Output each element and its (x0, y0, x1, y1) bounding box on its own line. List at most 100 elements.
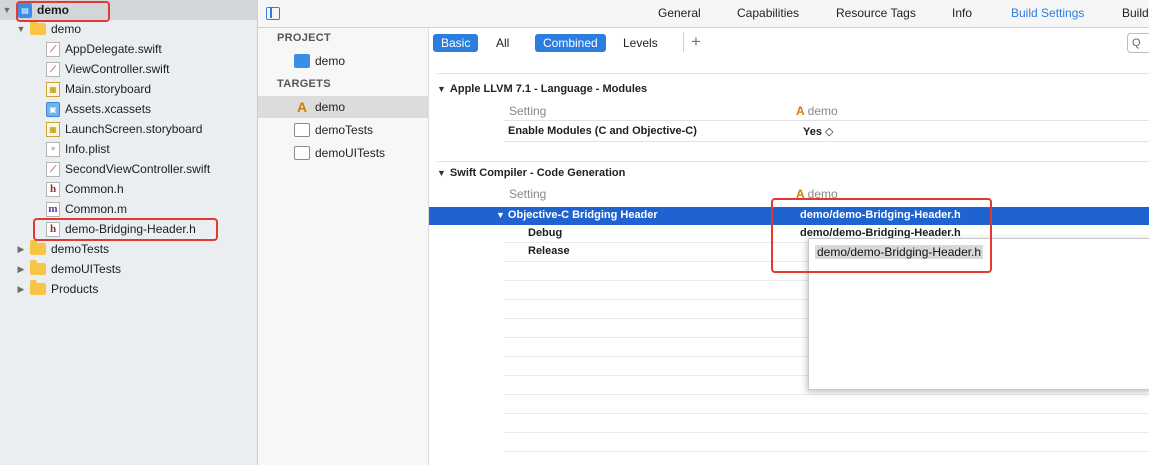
setting-debug[interactable]: Debug (528, 227, 562, 239)
disclosure-icon[interactable]: ▶ (16, 264, 26, 275)
nav-item-file[interactable]: m Common.m (0, 199, 258, 219)
divider (504, 451, 1149, 452)
project-item-demo[interactable]: demo (258, 50, 428, 72)
project-navigator: ▼ ▤ demo ▼ demo ⟋ AppDelegate.swift ⟋ Vi… (0, 0, 258, 465)
target-item-label: demoUITests (315, 146, 386, 160)
divider (437, 73, 1149, 74)
section-title-swift-codegen: ▼ Swift Compiler - Code Generation (437, 167, 625, 179)
column-header-setting: Setting (509, 104, 547, 118)
tab-build-settings[interactable]: Build Settings (1011, 6, 1084, 20)
tab-resource-tags[interactable]: Resource Tags (836, 6, 916, 20)
nav-item-label: Common.h (65, 182, 124, 196)
search-field[interactable]: Q (1127, 33, 1149, 53)
nav-item-label: Main.storyboard (65, 82, 152, 96)
filter-levels-button[interactable]: Levels (615, 34, 666, 52)
project-targets-list: PROJECT demo TARGETS A demo demoTests de… (258, 28, 429, 465)
disclosure-icon[interactable]: ▼ (16, 24, 26, 34)
folder-icon (30, 240, 46, 255)
expand-triangle-icon[interactable]: ▼ (496, 210, 505, 220)
annotation-box-bridging-value (771, 198, 992, 273)
divider (504, 432, 1149, 433)
app-target-icon: A (796, 104, 805, 118)
target-item-demo[interactable]: A demo (258, 96, 428, 118)
target-item-demotests[interactable]: demoTests (258, 119, 428, 141)
column-header-target: Ademo (796, 104, 838, 118)
targets-header: TARGETS (277, 78, 331, 90)
settings-filter-bar: Basic All Combined Levels + Q (429, 28, 1149, 58)
add-setting-icon[interactable]: + (683, 32, 701, 52)
section-title-text: Swift Compiler - Code Generation (449, 167, 626, 179)
divider (504, 120, 1149, 121)
target-item-demouitests[interactable]: demoUITests (258, 142, 428, 164)
nav-item-group-demotests[interactable]: ▶ demoTests (0, 239, 258, 259)
setting-bridging-header-label: Objective-C Bridging Header (507, 209, 658, 221)
collapse-triangle-icon[interactable]: ▼ (437, 168, 446, 178)
setting-enable-modules[interactable]: Enable Modules (C and Objective-C) (508, 125, 697, 137)
divider (504, 394, 1149, 395)
tab-info[interactable]: Info (952, 6, 972, 20)
folder-icon (30, 280, 46, 295)
storyboard-icon: ▦ (46, 121, 60, 137)
test-bundle-icon (294, 146, 310, 160)
disclosure-icon[interactable]: ▼ (2, 5, 12, 15)
nav-item-label: Products (51, 282, 99, 296)
setting-bridging-header[interactable]: ▼ Objective-C Bridging Header (496, 209, 658, 221)
nav-item-group-demouitests[interactable]: ▶ demoUITests (0, 259, 258, 279)
nav-item-label: Assets.xcassets (65, 102, 152, 116)
nav-item-label: Info.plist (65, 142, 110, 156)
nav-item-label: SecondViewController.swift (65, 162, 211, 176)
tab-general[interactable]: General (658, 6, 701, 20)
nav-item-label: demoTests (51, 242, 110, 256)
nav-item-label: demo (51, 22, 82, 36)
sidebar-toggle-icon[interactable] (266, 7, 280, 20)
objc-file-icon: m (46, 201, 60, 217)
project-item-label: demo (315, 54, 346, 68)
nav-item-label: ViewController.swift (65, 62, 170, 76)
divider (504, 413, 1149, 414)
target-item-label: demo (315, 100, 346, 114)
tab-capabilities[interactable]: Capabilities (737, 6, 799, 20)
swift-file-icon: ⟋ (46, 41, 60, 57)
test-bundle-icon (294, 123, 310, 137)
nav-item-file[interactable]: ⟋ SecondViewController.swift (0, 159, 258, 179)
disclosure-icon[interactable]: ▶ (16, 244, 26, 255)
nav-item-label: LaunchScreen.storyboard (65, 122, 203, 136)
section-title-text: Apple LLVM 7.1 - Language - Modules (449, 83, 648, 95)
nav-item-label: AppDelegate.swift (65, 42, 162, 56)
nav-item-label: demoUITests (51, 262, 122, 276)
tab-build-phases[interactable]: Build (1122, 6, 1149, 20)
nav-item-file[interactable]: ▦ LaunchScreen.storyboard (0, 119, 258, 139)
column-header-target-label: demo (807, 104, 838, 118)
filter-all-button[interactable]: All (488, 34, 517, 52)
annotation-box-bridging-file (33, 218, 218, 241)
header-file-icon: h (46, 181, 60, 197)
divider (504, 141, 1149, 142)
target-item-label: demoTests (315, 123, 374, 137)
section-title-llvm-modules: ▼ Apple LLVM 7.1 - Language - Modules (437, 83, 647, 95)
nav-item-file[interactable]: h Common.h (0, 179, 258, 199)
folder-icon (30, 260, 46, 275)
swift-file-icon: ⟋ (46, 161, 60, 177)
editor-tab-bar: General Capabilities Resource Tags Info … (258, 0, 1149, 28)
nav-item-file[interactable]: ≡ Info.plist (0, 139, 258, 159)
nav-item-group-products[interactable]: ▶ Products (0, 279, 258, 299)
plist-icon: ≡ (46, 141, 60, 157)
annotation-box-project (16, 1, 110, 22)
setting-enable-modules-value[interactable]: Yes ◇ (803, 125, 833, 138)
swift-file-icon: ⟋ (46, 61, 60, 77)
nav-item-file[interactable]: ⟋ ViewController.swift (0, 59, 258, 79)
nav-item-file[interactable]: ⟋ AppDelegate.swift (0, 39, 258, 59)
nav-item-group-demo[interactable]: ▼ demo (0, 19, 258, 39)
storyboard-icon: ▦ (46, 81, 60, 97)
filter-basic-button[interactable]: Basic (433, 34, 479, 52)
nav-item-file[interactable]: ▣ Assets.xcassets (0, 99, 258, 119)
filter-combined-button[interactable]: Combined (535, 34, 606, 52)
setting-release[interactable]: Release (528, 245, 570, 257)
project-header: PROJECT (277, 32, 332, 44)
disclosure-icon[interactable]: ▶ (16, 284, 26, 295)
folder-icon (30, 20, 46, 35)
collapse-triangle-icon[interactable]: ▼ (437, 84, 446, 94)
app-target-icon: A (296, 99, 308, 115)
nav-item-file[interactable]: ▦ Main.storyboard (0, 79, 258, 99)
nav-item-label: Common.m (65, 202, 128, 216)
